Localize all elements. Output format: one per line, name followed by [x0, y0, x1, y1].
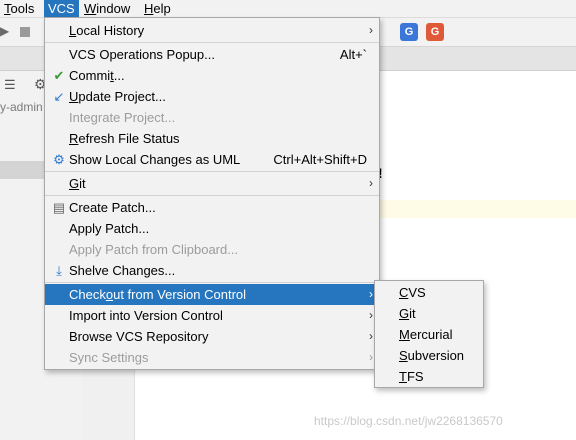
menu-item-show-local-changes-uml[interactable]: ⚙ Show Local Changes as UML Ctrl+Alt+Shi… — [45, 149, 379, 170]
checkmark-icon: ✔ — [53, 68, 65, 83]
chevron-right-icon: › — [369, 329, 373, 343]
submenu-item-subversion[interactable]: Subversion — [375, 345, 483, 366]
submenu-item-cvs[interactable]: CVS — [375, 282, 483, 303]
patch-icon: ▤ — [52, 200, 66, 215]
project-tree-item[interactable]: y-admin — [0, 100, 43, 114]
chevron-right-icon: › — [369, 308, 373, 322]
watermark: https://blog.csdn.net/jw2268136570 — [314, 414, 503, 428]
menu-item-refresh-file-status[interactable]: Refresh File Status — [45, 128, 379, 149]
collapse-icon[interactable]: ☰ — [4, 77, 16, 93]
submenu-item-git[interactable]: Git — [375, 303, 483, 324]
checkout-submenu: CVS Git Mercurial Subversion TFS — [374, 280, 484, 388]
menu-item-integrate-project: Integrate Project... — [69, 110, 176, 125]
chevron-right-icon: › — [369, 287, 373, 301]
menu-item-apply-patch-clipboard: Apply Patch from Clipboard... — [69, 242, 239, 257]
menu-item-create-patch[interactable]: ▤ Create Patch... — [45, 197, 379, 218]
run-icon[interactable]: ▶ — [0, 24, 9, 38]
translate-alt-icon[interactable]: G — [426, 23, 444, 41]
update-arrow-icon: ↙ — [53, 89, 65, 104]
chevron-right-icon: › — [369, 176, 373, 190]
shelve-icon: ⤓ — [56, 263, 62, 278]
menu-item-git[interactable]: Git › — [45, 173, 379, 194]
uml-diagram-icon: ⚙ — [53, 152, 65, 167]
menu-item-browse-vcs-repository[interactable]: Browse VCS Repository › — [45, 326, 379, 347]
editor-current-line — [378, 200, 576, 218]
translate-icon[interactable]: G — [400, 23, 418, 41]
menubar: Tools VCS Window Help — [0, 0, 576, 18]
menu-item-checkout-from-version-control[interactable]: Checkout from Version Control › — [45, 284, 379, 305]
menu-help[interactable]: Help — [140, 0, 175, 17]
menu-item-apply-patch[interactable]: Apply Patch... — [45, 218, 379, 239]
menu-item-sync-settings: Sync Settings › — [45, 347, 379, 368]
submenu-item-mercurial[interactable]: Mercurial — [375, 324, 483, 345]
chevron-right-icon: › — [369, 350, 373, 364]
menu-tools[interactable]: Tools — [0, 0, 38, 17]
menu-item-local-history[interactable]: Local History › — [45, 20, 379, 41]
menu-vcs[interactable]: VCS — [44, 0, 79, 17]
menu-item-shelve-changes[interactable]: ⤓ Shelve Changes... — [45, 260, 379, 281]
menu-window[interactable]: Window — [80, 0, 134, 17]
menu-item-commit[interactable]: ✔ Commit... — [45, 65, 379, 86]
vcs-menu: Local History › VCS Operations Popup... … — [44, 17, 380, 370]
menu-item-import-into-version-control[interactable]: Import into Version Control › — [45, 305, 379, 326]
chevron-right-icon: › — [369, 23, 373, 37]
menu-item-update-project[interactable]: ↙ Update Project... — [45, 86, 379, 107]
menu-item-vcs-operations-popup[interactable]: VCS Operations Popup... Alt+` — [45, 44, 379, 65]
submenu-item-tfs[interactable]: TFS — [375, 366, 483, 387]
stop-icon[interactable] — [20, 27, 30, 37]
